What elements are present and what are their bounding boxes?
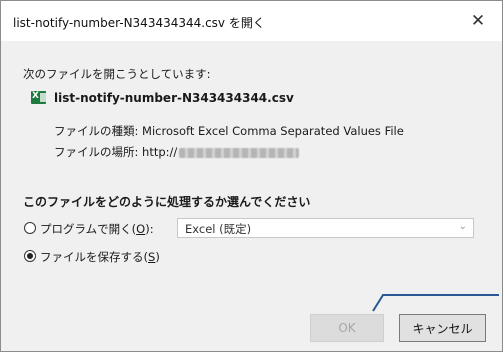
save-file-radio[interactable] bbox=[24, 250, 36, 262]
title-bar: list-notify-number-N343434344.csv を開く ✕ bbox=[1, 1, 502, 41]
action-heading: このファイルをどのように処理するか選んでください bbox=[23, 195, 311, 209]
save-file-label[interactable]: ファイルを保存する(S) bbox=[40, 249, 160, 265]
file-location-label: ファイルの場所: bbox=[54, 145, 139, 159]
cancel-button[interactable]: キャンセル bbox=[399, 314, 486, 342]
intro-text: 次のファイルを開こうとしています: bbox=[23, 67, 211, 81]
file-type-row: ファイルの種類: Microsoft Excel Comma Separated… bbox=[54, 123, 404, 139]
redacted-address bbox=[179, 147, 300, 158]
program-select-value: Excel (既定) bbox=[185, 222, 252, 236]
file-type-value: Microsoft Excel Comma Separated Values F… bbox=[142, 124, 404, 138]
window-title: list-notify-number-N343434344.csv を開く bbox=[13, 16, 265, 30]
open-with-radio[interactable] bbox=[24, 222, 36, 234]
file-name: list-notify-number-N343434344.csv bbox=[54, 91, 294, 105]
ok-button[interactable]: OK bbox=[310, 314, 384, 342]
program-select[interactable]: Excel (既定) ⌄ bbox=[177, 218, 474, 238]
file-location-row: ファイルの場所: http:// bbox=[54, 144, 300, 160]
chevron-down-icon: ⌄ bbox=[458, 221, 467, 232]
excel-file-icon bbox=[31, 91, 46, 104]
file-type-label: ファイルの種類: bbox=[54, 124, 139, 138]
file-location-value: http:// bbox=[142, 145, 178, 159]
close-icon[interactable]: ✕ bbox=[462, 5, 494, 37]
open-with-accesskey: O bbox=[136, 222, 146, 236]
open-with-label[interactable]: プログラムで開く(O): bbox=[40, 221, 154, 237]
file-open-dialog: list-notify-number-N343434344.csv を開く ✕ … bbox=[0, 0, 503, 352]
annotation-line bbox=[372, 294, 499, 312]
